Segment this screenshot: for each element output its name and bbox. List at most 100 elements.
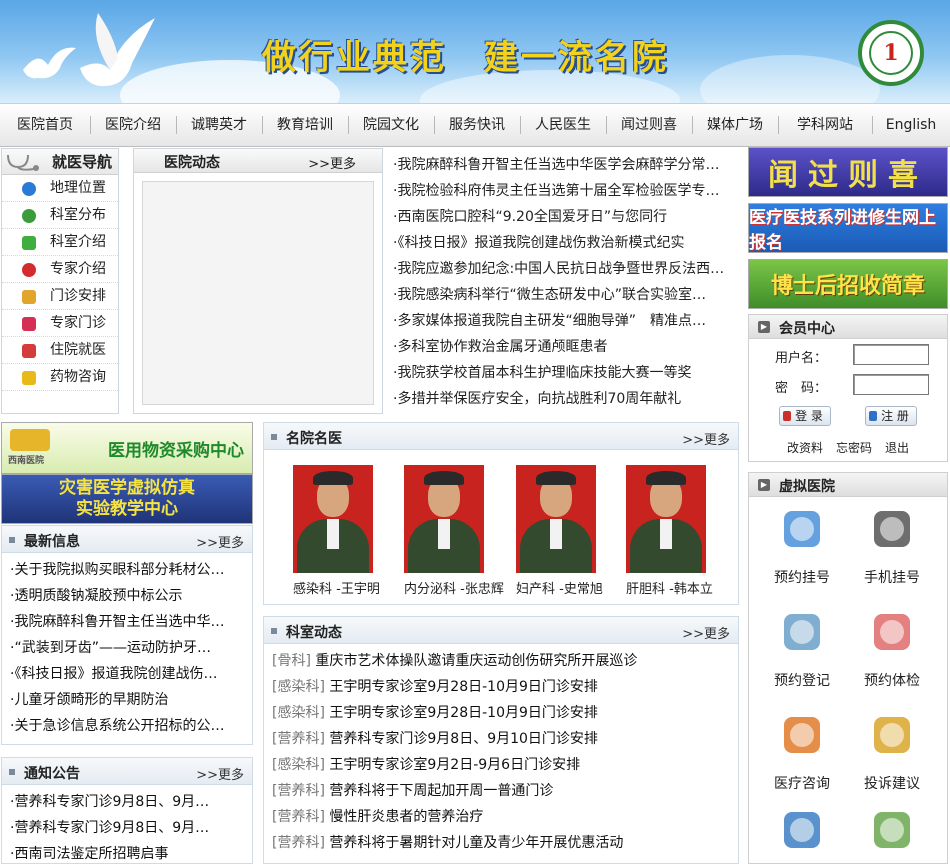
sidebar-item-4[interactable]: 门诊安排 — [2, 283, 118, 310]
hospital-news-list: ·我院麻醉科鲁开智主任当选中华医学会麻醉学分常… ·我院检验科府伟灵主任当选第十届… — [393, 152, 738, 412]
hospital-logo[interactable]: 1 — [858, 20, 924, 86]
consult-icon — [776, 711, 828, 763]
sidebar-item-5[interactable]: 专家门诊 — [2, 310, 118, 337]
sidebar-item-6[interactable]: 住院就医 — [2, 337, 118, 364]
notice-more-link[interactable]: >>更多 — [196, 764, 244, 783]
latest-item[interactable]: ·“武装到牙齿”——运动防护牙… — [10, 635, 244, 661]
dept-news-item[interactable]: [营养科] 营养科将于暑期针对儿童及青少年开展优惠活动 — [272, 830, 730, 856]
sidebar-item-2[interactable]: 科室介绍 — [2, 229, 118, 256]
latest-item[interactable]: ·透明质酸钠凝胶预中标公示 — [10, 583, 244, 609]
postdoc-banner[interactable]: 博士后招收简章 — [748, 259, 948, 309]
dept-news-item[interactable]: [骨科] 重庆市艺术体操队邀请重庆运动创伤研究所开展巡诊 — [272, 648, 730, 674]
news-item[interactable]: ·我院麻醉科鲁开智主任当选中华医学会麻醉学分常… — [393, 152, 738, 178]
virtual-item-label: 预约挂号 — [774, 570, 830, 586]
sidebar-item-7[interactable]: 药物咨询 — [2, 364, 118, 391]
purchase-center-banner[interactable]: 西南医院 医用物资采购中心 — [1, 422, 253, 474]
notice-item[interactable]: ·西南司法鉴定所招聘启事 — [10, 841, 244, 867]
dept-news-item[interactable]: [感染科] 王宇明专家诊室9月2日-9月6日门诊安排 — [272, 752, 730, 778]
nav-feedback[interactable]: 闻过则喜 — [606, 103, 692, 147]
dove-right-icon — [80, 13, 155, 87]
news-item[interactable]: ·我院感染病科举行“微生态研发中心”联合实验室… — [393, 282, 738, 308]
news-item[interactable]: ·《科技日报》报道我院创建战伤救治新模式纪实 — [393, 230, 738, 256]
dept-news-text: 王宇明专家诊室9月28日-10月9日门诊安排 — [324, 705, 598, 721]
nav-people-doctor[interactable]: 人民医生 — [520, 103, 606, 147]
doctor-card[interactable]: 感染科 -王宇明 — [293, 465, 380, 597]
member-center-title: 会员中心 — [779, 321, 835, 337]
arrow-icon: ▶ — [758, 321, 770, 333]
latest-item[interactable]: ·关于我院拟购买眼科部分耗材公… — [10, 557, 244, 583]
doctor-card[interactable]: 内分泌科 -张忠辉 — [404, 465, 504, 597]
feedback-banner[interactable]: 闻过则喜 — [748, 147, 948, 197]
nav-media[interactable]: 媒体广场 — [692, 103, 778, 147]
news-item[interactable]: ·我院检验科府伟灵主任当选第十届全军检验医学专… — [393, 178, 738, 204]
virtual-item-label: 预约登记 — [774, 673, 830, 689]
virtual-lab-banner[interactable]: 灾害医学虚拟仿真 实验教学中心 — [1, 474, 253, 524]
news-item[interactable]: ·多家媒体报道我院自主研发“细胞导弹” 精准点… — [393, 308, 738, 334]
dept-more-link[interactable]: >>更多 — [682, 623, 730, 642]
sidebar-item-label: 专家门诊 — [50, 315, 106, 331]
dots-icon — [22, 209, 36, 223]
news-item[interactable]: ·西南医院口腔科“9.20全国爱牙日”与您同行 — [393, 204, 738, 230]
purchase-logo: 西南医院 — [8, 456, 45, 466]
dept-news-item[interactable]: [营养科] 营养科专家门诊9月8日、9月10日门诊安排 — [272, 726, 730, 752]
medical-guide-sidebar: 就医导航 地理位置 科室分布 科室介绍 专家介绍 门诊安排 专家门诊 住院就医 药物咨询 — [1, 148, 119, 414]
username-input[interactable] — [853, 344, 929, 365]
latest-item[interactable]: ·《科技日报》报道我院创建战伤… — [10, 661, 244, 687]
virtual-item-2[interactable]: 预约登记 — [757, 608, 847, 690]
latest-more-link[interactable]: >>更多 — [196, 532, 244, 551]
famous-more-link[interactable]: >>更多 — [682, 429, 730, 448]
nav-jobs[interactable]: 诚聘英才 — [176, 103, 262, 147]
register-button[interactable]: 注 册 — [865, 406, 917, 426]
virtual-item-3[interactable]: 预约体检 — [847, 608, 937, 690]
doctor-name: 内分泌科 -张忠辉 — [404, 582, 504, 597]
nav-service-news[interactable]: 服务快讯 — [434, 103, 520, 147]
dept-tag: [骨科] — [272, 653, 311, 669]
nav-education[interactable]: 教育培训 — [262, 103, 348, 147]
notice-item[interactable]: ·营养科专家门诊9月8日、9月… — [10, 815, 244, 841]
notice-item[interactable]: ·营养科专家门诊9月8日、9月… — [10, 789, 244, 815]
edit-profile-link[interactable]: 改资料 — [787, 439, 823, 456]
news-item[interactable]: ·我院获学校首届本科生护理临床技能大赛一等奖 — [393, 360, 738, 386]
virtual-item-6[interactable] — [757, 806, 847, 868]
dept-news-item[interactable]: [感染科] 王宇明专家诊室9月28日-10月9日门诊安排 — [272, 700, 730, 726]
doctor-card[interactable]: 肝胆科 -韩本立 — [626, 465, 713, 597]
login-button[interactable]: 登 录 — [779, 406, 831, 426]
latest-item[interactable]: ·儿童牙颌畸形的早期防治 — [10, 687, 244, 713]
sidebar-item-1[interactable]: 科室分布 — [2, 202, 118, 229]
dept-news-item[interactable]: [营养科] 慢性肝炎患者的营养治疗 — [272, 804, 730, 830]
dept-news-item[interactable]: [感染科] 王宇明专家诊室9月28日-10月9日门诊安排 — [272, 674, 730, 700]
sidebar-item-label: 专家介绍 — [50, 261, 106, 277]
latest-item[interactable]: ·关于急诊信息系统公开招标的公… — [10, 713, 244, 739]
latest-item[interactable]: ·我院麻醉科鲁开智主任当选中华… — [10, 609, 244, 635]
news-item[interactable]: ·多措并举保医疗安全，向抗战胜利70周年献礼 — [393, 386, 738, 412]
doctor-card[interactable]: 妇产科 -史常旭 — [516, 465, 603, 597]
news-item[interactable]: ·我院应邀参加纪念:中国人民抗日战争暨世界反法西… — [393, 256, 738, 282]
sidebar-item-3[interactable]: 专家介绍 — [2, 256, 118, 283]
pen-icon — [866, 711, 918, 763]
forgot-password-link[interactable]: 忘密码 — [836, 439, 872, 456]
news-item[interactable]: ·多科室协作救治金属牙通颅眶患者 — [393, 334, 738, 360]
dept-news-text: 王宇明专家诊室9月2日-9月6日门诊安排 — [324, 757, 581, 773]
nav-culture[interactable]: 院园文化 — [348, 103, 434, 147]
sidebar-item-0[interactable]: 地理位置 — [2, 175, 118, 202]
virtual-item-7[interactable] — [847, 806, 937, 868]
globe-icon — [22, 182, 36, 196]
computer-icon — [776, 806, 828, 858]
virtual-item-1[interactable]: 手机挂号 — [847, 505, 937, 587]
virtual-item-0[interactable]: 预约挂号 — [757, 505, 847, 587]
nav-english[interactable]: English — [872, 103, 950, 147]
virtual-item-4[interactable]: 医疗咨询 — [757, 711, 847, 793]
hospital-news-more-link[interactable]: >>更多 — [308, 153, 356, 172]
password-input[interactable] — [853, 374, 929, 395]
dept-news-text: 营养科专家门诊9月8日、9月10日门诊安排 — [324, 731, 598, 747]
training-signup-banner[interactable]: 医疗医技系列进修生网上报名 — [748, 203, 948, 253]
dept-news-item[interactable]: [营养科] 营养科将于下周起加开周一普通门诊 — [272, 778, 730, 804]
nav-intro[interactable]: 医院介绍 — [90, 103, 176, 147]
heart-icon — [22, 317, 36, 331]
nav-disciplines[interactable]: 学科网站 — [778, 103, 872, 147]
nav-home[interactable]: 医院首页 — [0, 103, 90, 147]
virtual-item-5[interactable]: 投诉建议 — [847, 711, 937, 793]
logout-link[interactable]: 退出 — [885, 439, 909, 456]
news-photo-slider[interactable] — [142, 181, 374, 405]
calendar-icon — [776, 505, 828, 557]
